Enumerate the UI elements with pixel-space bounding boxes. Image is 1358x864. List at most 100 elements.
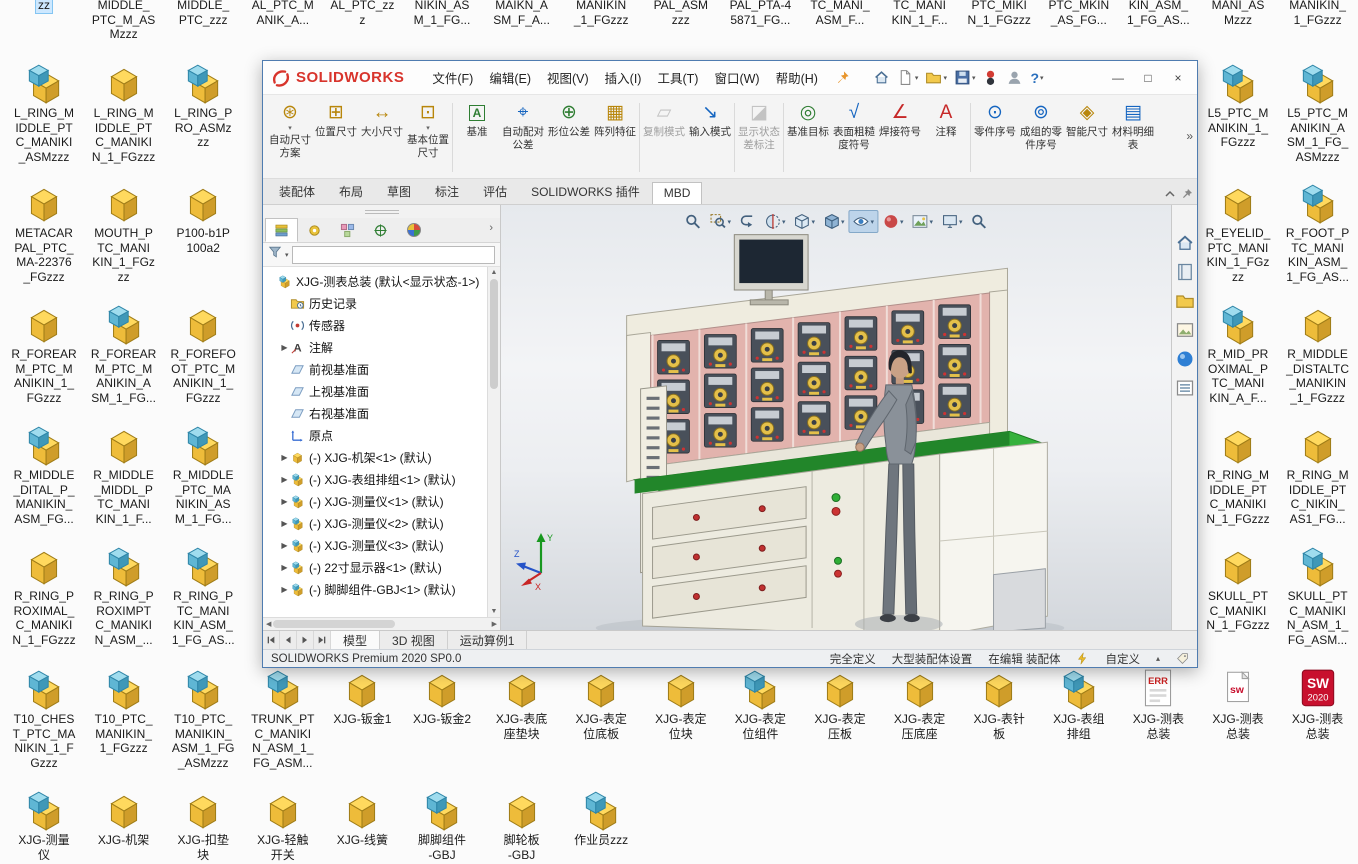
ribbon-overflow-button[interactable]: » [1186,129,1193,143]
menu-edit[interactable]: 编辑(E) [481,63,539,92]
desktop-icon[interactable]: R_RING_M IDDLE_PT C_MANIKI N_1_FGzzz [1199,424,1277,526]
tree-expand-icon[interactable]: ▶ [279,563,290,572]
ribbon-location-dimension[interactable]: ⊞位置尺寸 [313,97,359,178]
ribbon-datum-target[interactable]: ◎基准目标 [785,97,831,178]
desktop-icon[interactable]: R_FOREAR M_PTC_M ANIKIN_A SM_1_FG... [85,303,163,405]
taskpane-view-palette-button[interactable] [1175,320,1195,340]
desktop-icon[interactable]: L_RING_P RO_ASMz zz [164,62,242,150]
hud-previous-view-button[interactable] [735,210,760,233]
ribbon-group-balloon[interactable]: ⊚成组的零件序号 [1018,97,1064,178]
desktop-icon[interactable]: 脚轮板 -GBJ [483,789,561,862]
desktop-icon[interactable]: SKULL_PT C_MANIKI N_1_FGzzz [1199,545,1277,633]
tag-icon[interactable] [1176,652,1189,665]
tree-item[interactable]: 原点 [266,424,487,446]
nav-previous-button[interactable] [280,631,297,649]
desktop-icon[interactable]: T10_PTC_ MANIKIN_ ASM_1_FG _ASMzzz [164,668,242,770]
tab-mbd[interactable]: MBD [652,182,703,204]
desktop-icon[interactable]: XJG-表定 位块 [642,668,720,741]
desktop-icon[interactable]: zz [5,0,83,13]
menu-window[interactable]: 窗口(W) [706,63,767,92]
desktop-icon[interactable]: KIN_ASM_ 1_FG_AS... [1119,0,1197,27]
tab-sketch[interactable]: 草图 [375,179,423,204]
desktop-icon[interactable]: MIDDLE_ PTC_M_AS Mzzz [85,0,163,42]
desktop-icon[interactable]: R_MIDDLE _DITAL_P_ MANIKIN_ ASM_FG... [5,424,83,526]
desktop-icon[interactable]: MANIKIN_ 1_FGzzz [1279,0,1357,27]
tab-addins[interactable]: SOLIDWORKS 插件 [519,179,652,204]
desktop-icon[interactable]: R_RING_M IDDLE_PT C_NIKIN_ AS1_FG... [1279,424,1357,526]
user-button[interactable] [1003,66,1026,90]
desktop-icon[interactable]: R_FOREFO OT_PTC_M ANIKIN_1_ FGzzz [164,303,242,405]
desktop-icon[interactable]: XJG-表定 位组件 [721,668,799,741]
panel-grip[interactable] [263,205,500,218]
menu-help[interactable]: 帮助(H) [768,63,826,92]
tree-expand-icon[interactable]: ▶ [279,497,290,506]
home-button[interactable] [870,66,893,90]
desktop-icon[interactable]: PAL_PTA-4 5871_FG... [721,0,799,27]
pin-icon[interactable] [832,67,854,89]
desktop-icon[interactable]: R_FOREAR M_PTC_M ANIKIN_1_ FGzzz [5,303,83,405]
desktop-icon[interactable]: SW2020XJG-测表 总装 [1279,668,1357,741]
desktop-icon[interactable]: SKULL_PT C_MANIKI N_ASM_1_ FG_ASM... [1279,545,1357,647]
tab-evaluate[interactable]: 评估 [471,179,519,204]
desktop-icon[interactable]: R_EYELID_ PTC_MANI KIN_1_FGz zz [1199,182,1277,284]
caret-down-icon[interactable]: ▾ [285,251,289,259]
featuremanager-tab[interactable] [265,218,298,242]
desktop-icon[interactable]: MANIKIN _1_FGzzz [562,0,640,27]
desktop-icon[interactable]: XJG-表定 压底座 [881,668,959,741]
tree-item[interactable]: ▶(-) XJG-测量仪<3> (默认) [266,534,487,556]
desktop-icon[interactable]: R_FOOT_P TC_MANI KIN_ASM_ 1_FG_AS... [1279,182,1357,284]
tree-item[interactable]: ▶(-) XJG-表组排组<1> (默认) [266,468,487,490]
scroll-down-icon[interactable]: ▼ [491,608,498,615]
desktop-icon[interactable]: AL_PTC_M ANIK_A... [244,0,322,27]
scroll-up-icon[interactable]: ▲ [491,269,498,276]
ribbon-display-state-annotation[interactable]: ◪显示状态差标注 [736,97,782,178]
taskpane-design-library-button[interactable] [1175,262,1195,282]
hud-zoom-fit-button[interactable] [680,210,705,233]
desktop-icon[interactable]: ERRXJG-测表 总装 [1119,668,1197,741]
desktop-icon[interactable]: 脚脚组件 -GBJ [403,789,481,862]
desktop-icon[interactable]: L_RING_M IDDLE_PT C_MANIKI N_1_FGzzz [85,62,163,164]
desktop-icon[interactable]: MAIKN_A SM_F_A... [483,0,561,27]
maximize-button[interactable]: □ [1133,65,1163,91]
scrollbar-track[interactable] [271,618,491,630]
tree-scrollbar[interactable]: ▲ ▼ [487,267,500,617]
desktop-icon[interactable]: XJG-表底 座垫块 [483,668,561,741]
desktop-icon[interactable]: L5_PTC_M ANIKIN_A SM_1_FG_ ASMzzz [1279,62,1357,164]
ribbon-weld-symbol[interactable]: ∠焊接符号 [877,97,923,178]
filter-input[interactable] [292,246,495,264]
tree-item[interactable]: 前视基准面 [266,358,487,380]
new-document-button[interactable]: ▾ [894,66,922,90]
displaymanager-tab[interactable] [397,218,430,242]
tree-expand-icon[interactable]: ▶ [279,585,290,594]
tree-expand-icon[interactable]: ▶ [279,541,290,550]
desktop-icon[interactable]: MOUTH_P TC_MANI KIN_1_FGz zz [85,182,163,284]
desktop-icon[interactable]: T10_PTC_ MANIKIN_ 1_FGzzz [85,668,163,756]
status-customize[interactable]: 自定义 [1105,651,1140,667]
menu-tools[interactable]: 工具(T) [649,63,706,92]
solidworks-rx-button[interactable] [979,66,1002,90]
menu-view[interactable]: 视图(V) [539,63,597,92]
ribbon-bom[interactable]: ▤材料明细表 [1110,97,1156,178]
propertymanager-tab[interactable] [298,218,331,242]
desktop-icon[interactable]: T10_CHES T_PTC_MA NIKIN_1_F Gzzz [5,668,83,770]
tab-3d-views[interactable]: 3D 视图 [380,631,448,649]
tree-item[interactable]: ▶(-) XJG-测量仪<2> (默认) [266,512,487,534]
tab-layout[interactable]: 布局 [327,179,375,204]
menu-file[interactable]: 文件(F) [424,63,481,92]
desktop-icon[interactable]: METACAR PAL_PTC_ MA-22376 _FGzzz [5,182,83,284]
hud-section-view-button[interactable]: ▾ [760,210,790,233]
tab-model[interactable]: 模型 [331,631,380,649]
graphics-viewport[interactable]: ▾▾▾▾▾▾▾▾ YZX [501,205,1171,630]
desktop-icon[interactable]: XJG-表组 排组 [1040,668,1118,741]
desktop-icon[interactable]: MANI_AS Mzzz [1199,0,1277,27]
desktop-icon[interactable]: NIKIN_AS M_1_FG... [403,0,481,27]
ribbon-auto-dimension-scheme[interactable]: ⊛▾自动尺寸方案 [267,97,313,178]
close-button[interactable]: × [1163,65,1193,91]
desktop-icon[interactable]: R_MIDDLE _DISTALTC _MANIKIN _1_FGzzz [1279,303,1357,405]
tab-motion-study-1[interactable]: 运动算例1 [448,631,528,649]
hud-zoom-area-button[interactable]: ▾ [705,210,735,233]
scroll-right-icon[interactable]: ▶ [492,620,497,628]
tree-expand-icon[interactable]: ▶ [279,475,290,484]
desktop-icon[interactable]: R_RING_P ROXIMAL_ C_MANIKI N_1_FGzzz [5,545,83,647]
dimxpertmanager-tab[interactable] [364,218,397,242]
